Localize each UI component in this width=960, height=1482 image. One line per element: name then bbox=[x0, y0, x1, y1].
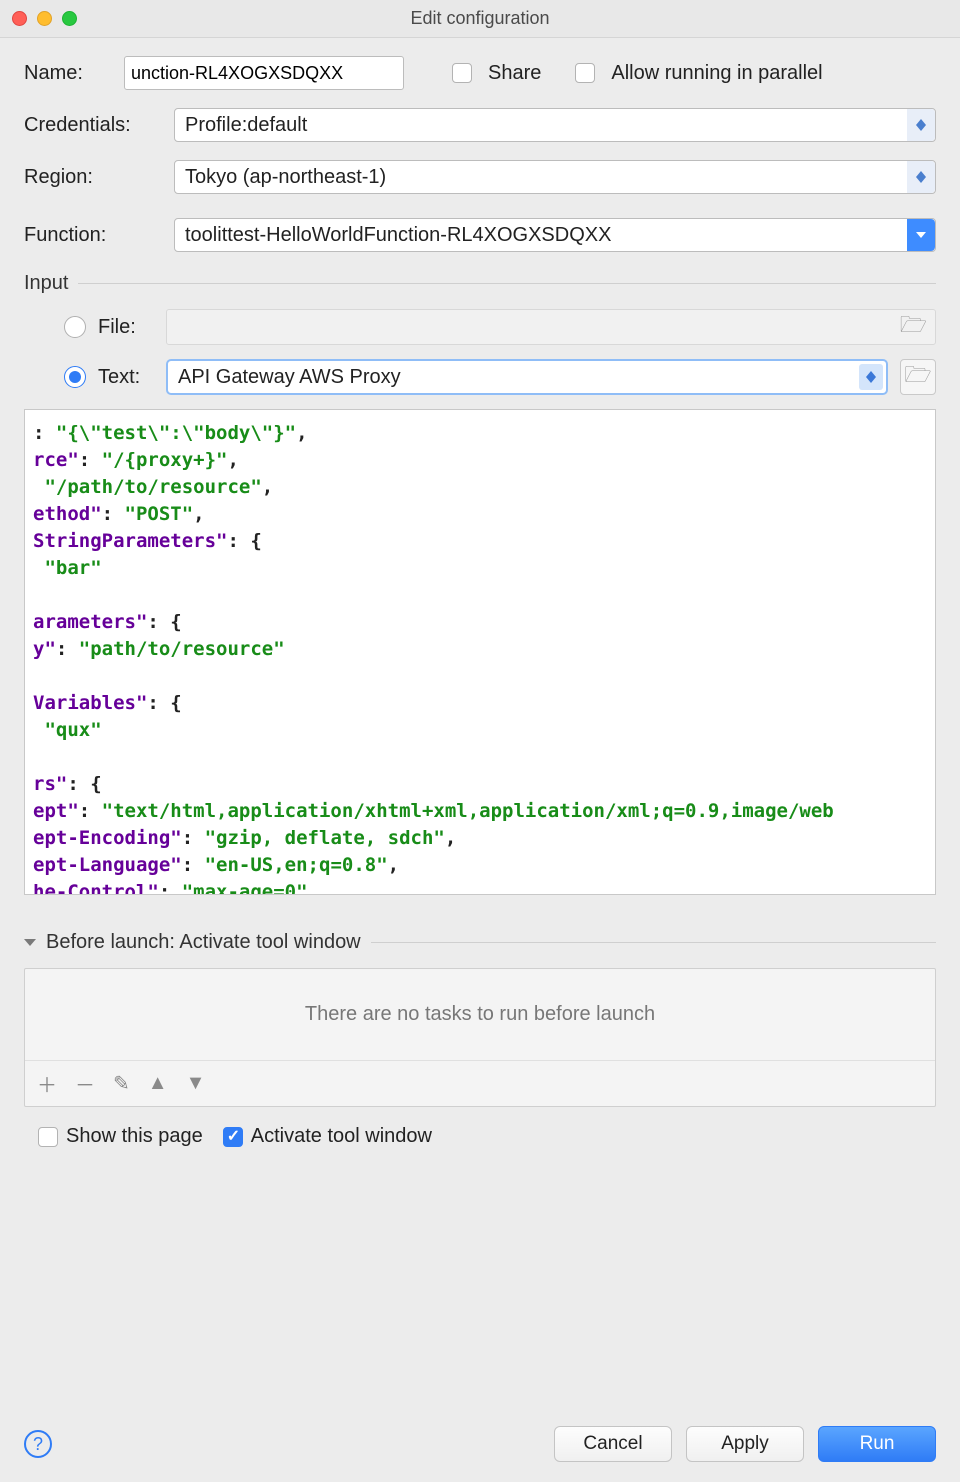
chevron-updown-icon bbox=[907, 109, 935, 141]
name-label: Name: bbox=[24, 62, 114, 85]
credentials-label: Credentials: bbox=[24, 114, 164, 137]
input-file-label: File: bbox=[98, 316, 154, 339]
window-controls bbox=[12, 11, 77, 26]
browse-folder-button[interactable]: 🗁 bbox=[900, 359, 936, 395]
titlebar: Edit configuration bbox=[0, 0, 960, 38]
before-launch-label: Before launch: Activate tool window bbox=[46, 931, 361, 954]
input-text-radio[interactable] bbox=[64, 366, 86, 388]
share-checkbox[interactable] bbox=[452, 63, 472, 83]
input-text-label: Text: bbox=[98, 366, 154, 389]
minimize-window-button[interactable] bbox=[37, 11, 52, 26]
folder-icon: 🗁 bbox=[900, 308, 927, 346]
function-select[interactable]: toolittest-HelloWorldFunction-RL4XOGXSDQ… bbox=[174, 218, 936, 252]
chevron-updown-icon bbox=[859, 364, 883, 390]
share-label: Share bbox=[488, 62, 541, 85]
input-section-label: Input bbox=[24, 272, 68, 295]
credentials-select[interactable]: Profile:default bbox=[174, 108, 936, 142]
activate-tool-window-label: Activate tool window bbox=[251, 1125, 432, 1148]
function-value: toolittest-HelloWorldFunction-RL4XOGXSDQ… bbox=[185, 224, 611, 247]
function-label: Function: bbox=[24, 224, 164, 247]
chevron-updown-icon bbox=[907, 161, 935, 193]
apply-button[interactable]: Apply bbox=[686, 1426, 804, 1462]
folder-icon: 🗁 bbox=[904, 358, 931, 396]
region-value: Tokyo (ap-northeast-1) bbox=[185, 166, 386, 189]
edit-task-button[interactable]: ✎ bbox=[113, 1071, 130, 1096]
before-launch-box: There are no tasks to run before launch … bbox=[24, 968, 936, 1107]
remove-task-button[interactable]: － bbox=[75, 1069, 95, 1098]
input-file-radio[interactable] bbox=[64, 316, 86, 338]
zoom-window-button[interactable] bbox=[62, 11, 77, 26]
window-title: Edit configuration bbox=[0, 8, 960, 29]
run-button[interactable]: Run bbox=[818, 1426, 936, 1462]
parallel-checkbox[interactable] bbox=[575, 63, 595, 83]
region-select[interactable]: Tokyo (ap-northeast-1) bbox=[174, 160, 936, 194]
parallel-label: Allow running in parallel bbox=[611, 62, 822, 85]
credentials-value: Profile:default bbox=[185, 114, 307, 137]
activate-tool-window-checkbox[interactable] bbox=[223, 1127, 243, 1147]
show-this-page-checkbox[interactable] bbox=[38, 1127, 58, 1147]
divider bbox=[371, 942, 936, 943]
chevron-down-icon bbox=[907, 219, 935, 251]
input-text-template-value: API Gateway AWS Proxy bbox=[178, 366, 401, 389]
region-label: Region: bbox=[24, 166, 164, 189]
before-launch-empty: There are no tasks to run before launch bbox=[25, 969, 935, 1060]
before-launch-toolbar: ＋ － ✎ ▲ ▼ bbox=[25, 1060, 935, 1106]
add-task-button[interactable]: ＋ bbox=[37, 1069, 57, 1098]
cancel-button[interactable]: Cancel bbox=[554, 1426, 672, 1462]
input-text-template-select[interactable]: API Gateway AWS Proxy bbox=[166, 359, 888, 395]
close-window-button[interactable] bbox=[12, 11, 27, 26]
input-text-editor[interactable]: : "{\"test\":\"body\"}", rce": "/{proxy+… bbox=[24, 409, 936, 895]
disclosure-triangle-icon[interactable] bbox=[24, 939, 36, 946]
move-up-button[interactable]: ▲ bbox=[148, 1072, 168, 1095]
name-input[interactable] bbox=[124, 56, 404, 90]
help-button[interactable]: ? bbox=[24, 1430, 52, 1458]
divider bbox=[78, 283, 936, 284]
move-down-button[interactable]: ▼ bbox=[186, 1072, 206, 1095]
show-this-page-label: Show this page bbox=[66, 1125, 203, 1148]
input-file-field[interactable]: 🗁 bbox=[166, 309, 936, 345]
